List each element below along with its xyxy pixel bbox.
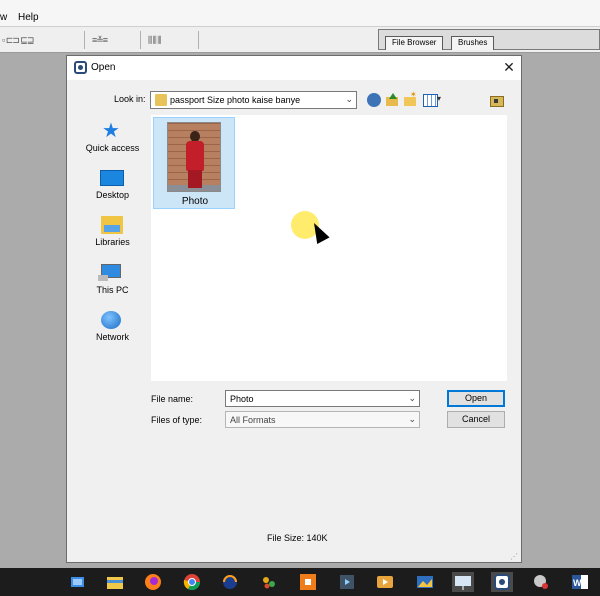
file-name-value: Photo <box>230 394 254 404</box>
place-libraries[interactable]: Libraries <box>77 211 148 251</box>
open-button[interactable]: Open <box>447 390 505 407</box>
desktop-icon <box>100 170 124 186</box>
file-item-photo[interactable]: Photo <box>153 117 235 209</box>
palette-well: File Browser Brushes <box>378 29 600 50</box>
spacing-tools-icon[interactable]: ⫼ ⫼ ⫼ <box>148 35 161 45</box>
recorder-icon[interactable] <box>530 572 552 592</box>
place-label: This PC <box>96 285 129 295</box>
files-of-type-dropdown[interactable]: All Formats ⌄ <box>225 411 420 428</box>
network-icon <box>101 311 121 329</box>
file-size-text: File Size: 140K <box>267 533 328 543</box>
file-name-label: Photo <box>181 196 209 207</box>
mouse-pointer-icon <box>307 219 330 244</box>
file-name-field[interactable]: Photo ⌄ <box>225 390 420 407</box>
firefox-icon[interactable] <box>142 572 164 592</box>
place-this-pc[interactable]: This PC <box>77 259 148 299</box>
photo-app-icon[interactable] <box>414 572 436 592</box>
file-explorer-icon[interactable] <box>104 572 126 592</box>
tab-brushes[interactable]: Brushes <box>451 36 495 50</box>
computer-icon <box>98 264 121 281</box>
resize-grip-icon[interactable]: ⋰ <box>510 552 518 561</box>
view-menu-icon[interactable] <box>423 93 443 107</box>
app-logo-icon <box>74 61 87 74</box>
look-in-dropdown[interactable]: passport Size photo kaise banye ⌄ <box>150 91 357 109</box>
toolbar-divider <box>198 31 199 49</box>
menu-item-w[interactable]: w <box>0 12 7 23</box>
distribute-tools-icon[interactable]: ≡≚≡ <box>92 35 108 45</box>
up-one-level-icon[interactable] <box>385 93 399 107</box>
toolbar-divider <box>84 31 85 49</box>
tab-file-browser[interactable]: File Browser <box>385 36 444 50</box>
place-quick-access[interactable]: ★ Quick access <box>77 117 148 157</box>
back-icon[interactable] <box>367 93 381 107</box>
taskbar: W <box>0 568 600 596</box>
task-view-icon[interactable] <box>67 572 89 592</box>
presentation-icon[interactable] <box>452 572 474 592</box>
libraries-icon <box>101 216 123 234</box>
place-network[interactable]: Network <box>77 306 148 346</box>
svg-text:W: W <box>573 578 582 588</box>
place-desktop[interactable]: Desktop <box>77 164 148 204</box>
orange-app-icon[interactable] <box>297 572 319 592</box>
photo-thumbnail <box>167 122 221 192</box>
video-player-icon[interactable] <box>374 572 396 592</box>
word-icon[interactable]: W <box>569 572 591 592</box>
chrome-icon[interactable] <box>181 572 203 592</box>
places-bar: ★ Quick access Desktop Libraries This PC… <box>77 115 148 425</box>
generic-app-icon[interactable] <box>336 572 358 592</box>
preview-icon[interactable] <box>489 93 504 107</box>
align-tools-icon[interactable]: ▫ ⊏⊐ ⊑⊒ <box>2 35 34 45</box>
chevron-down-icon[interactable]: ⌄ <box>408 393 416 404</box>
paint-app-icon[interactable] <box>258 572 280 592</box>
app-menubar: w Help <box>0 0 600 26</box>
files-of-type-value: All Formats <box>230 415 276 425</box>
file-name-label: File name: <box>151 394 194 404</box>
open-dialog-app-icon[interactable] <box>491 572 513 592</box>
new-folder-icon[interactable] <box>403 90 417 107</box>
toolbar-divider <box>140 31 141 49</box>
cancel-button[interactable]: Cancel <box>447 411 505 428</box>
dialog-title: Open <box>91 62 116 73</box>
close-icon[interactable]: ✕ <box>501 59 517 75</box>
folder-icon <box>155 94 167 106</box>
look-in-label: Look in: <box>114 94 146 104</box>
menu-item-help[interactable]: Help <box>18 12 39 23</box>
star-icon: ★ <box>102 120 120 142</box>
chevron-down-icon[interactable]: ⌄ <box>345 94 353 105</box>
open-dialog: Open ✕ Look in: passport Size photo kais… <box>66 55 522 563</box>
place-label: Desktop <box>95 190 130 200</box>
file-list[interactable]: Photo <box>151 115 507 381</box>
place-label: Libraries <box>95 237 130 247</box>
place-label: Network <box>95 332 129 342</box>
place-label: Quick access <box>85 143 140 153</box>
files-of-type-label: Files of type: <box>151 415 203 425</box>
media-app-icon[interactable] <box>219 572 241 592</box>
chevron-down-icon[interactable]: ⌄ <box>408 414 416 425</box>
look-in-value: passport Size photo kaise banye <box>170 95 301 105</box>
dialog-titlebar: Open ✕ <box>67 56 521 80</box>
